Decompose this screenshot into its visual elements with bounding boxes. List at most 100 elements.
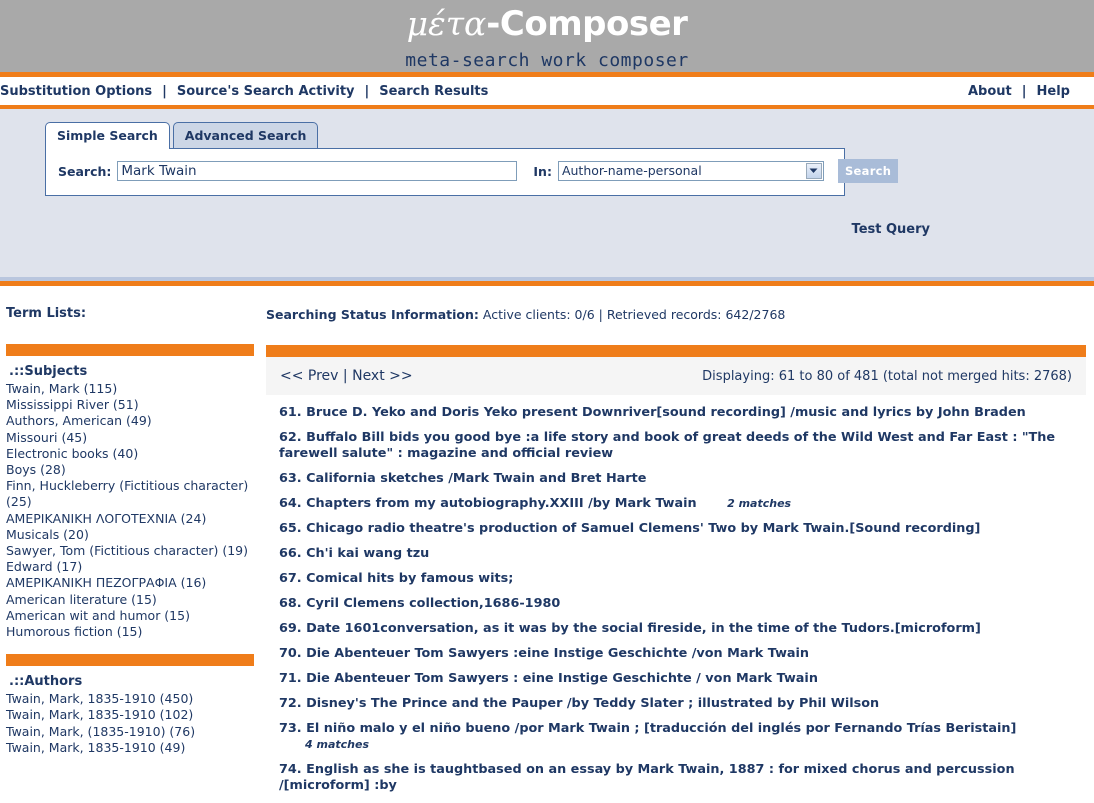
result-row: 61. Bruce D. Yeko and Doris Yeko present… [279,405,1082,430]
result-number: 61. [279,405,302,420]
logo-composer-text: -Composer [486,4,688,44]
status-detail: Active clients: 0/6 | Retrieved records:… [478,307,786,322]
result-title-link[interactable]: El niño malo y el niño bueno /por Mark T… [306,721,1016,736]
result-matches: 2 matches [727,497,792,510]
term-link[interactable]: Twain, Mark (115) [6,381,260,397]
results-orange-band [266,345,1086,357]
results-list: 61. Bruce D. Yeko and Doris Yeko present… [265,395,1086,803]
result-row: 63. California sketches /Mark Twain and … [279,471,1082,496]
result-row: 72. Disney's The Prince and the Pauper /… [279,696,1082,721]
term-link[interactable]: American literature (15) [6,592,260,608]
term-group-heading-subjects: .::Subjects [9,364,88,379]
term-link[interactable]: Finn, Huckleberry (Fictitious character)… [6,478,260,510]
searching-status-information: Searching Status Information: Active cli… [265,286,1086,327]
term-link[interactable]: Twain, Mark, 1835-1910 (450) [6,691,260,707]
result-number: 67. [279,571,302,586]
result-number: 62. [279,430,302,445]
nav-item-substitution-options[interactable]: Substitution Options [0,84,162,99]
term-lists-sidebar: Term Lists: .::Subjects Twain, Mark (115… [0,286,260,803]
displaying-count: Displaying: 61 to 80 of 481 (total not m… [702,368,1072,384]
result-title-link[interactable]: Comical hits by famous wits; [306,571,513,586]
results-column: Searching Status Information: Active cli… [260,286,1094,803]
term-link[interactable]: Edward (17) [6,559,260,575]
term-link[interactable]: Twain, Mark, 1835-1910 (102) [6,707,260,723]
index-select-wrapper: Author-name-personal [557,161,824,181]
result-number: 74. [279,762,302,777]
term-list-subjects: Twain, Mark (115) Mississippi River (51)… [6,381,260,642]
result-title-link[interactable]: Buffalo Bill bids you good bye :a life s… [279,430,1055,461]
tab-simple-search[interactable]: Simple Search [45,122,170,149]
logo-title: μέτα-Composer [0,4,1094,52]
result-row: 62. Buffalo Bill bids you good bye :a li… [279,430,1082,471]
result-title-link[interactable]: English as she is taughtbased on an essa… [279,762,1015,793]
term-group-heading-authors: .::Authors [9,674,83,690]
result-title-link[interactable]: Cyril Clemens collection,1686-1980 [306,596,560,611]
result-row: 66. Ch'i kai wang tzu [279,546,1082,571]
search-input[interactable] [117,161,518,181]
result-title-link[interactable]: Chapters from my autobiography.XXIII /by… [306,496,697,511]
search-button[interactable]: Search [837,159,899,183]
term-link[interactable]: Sawyer, Tom (Fictitious character) (19) [6,543,260,559]
term-link[interactable]: American wit and humor (15) [6,608,260,624]
result-title-link[interactable]: California sketches /Mark Twain and Bret… [306,471,646,486]
term-group-subjects: .::Subjects Twain, Mark (115) Mississipp… [6,356,260,642]
sidebar-orange-band [6,344,254,356]
term-link[interactable]: ΑΜΕΡΙΚΑΝΙΚΗ ΛΟΓΟΤΕΧΝΙΑ (24) [6,511,260,527]
term-link[interactable]: Musicals (20) [6,527,260,543]
result-title-link[interactable]: Die Abenteuer Tom Sawyers : eine Instige… [306,671,818,686]
result-title-link[interactable]: Disney's The Prince and the Pauper /by T… [306,696,879,711]
result-title-link[interactable]: Bruce D. Yeko and Doris Yeko present Dow… [306,405,1026,420]
pagination-separator: | [342,368,348,384]
search-label: Search: [58,163,112,179]
term-link[interactable]: Missouri (45) [6,430,260,446]
result-matches: 4 matches [305,738,369,751]
result-number: 63. [279,471,302,486]
main-navigation: Substitution Options | Source's Search A… [0,77,1094,105]
result-title-link[interactable]: Die Abenteuer Tom Sawyers :eine Instige … [306,646,809,661]
nav-item-search-results[interactable]: Search Results [369,84,498,99]
pagination-controls: << Prev | Next >> [280,368,413,384]
site-logo: μέτα-Composer meta-search work composer [0,0,1094,71]
tab-advanced-search[interactable]: Advanced Search [172,122,319,148]
term-lists-title: Term Lists: [6,306,87,321]
result-row: 71. Die Abenteuer Tom Sawyers : eine Ins… [279,671,1082,696]
masthead: μέτα-Composer meta-search work composer [0,0,1094,72]
term-link[interactable]: Humorous fiction (15) [6,624,260,640]
pagination-bar: << Prev | Next >> Displaying: 61 to 80 o… [266,357,1086,395]
result-row: 73. El niño malo y el niño bueno /por Ma… [279,721,1082,762]
result-number: 65. [279,521,302,536]
prev-page-link[interactable]: << Prev [280,368,338,384]
result-title-link[interactable]: Date 1601conversation, as it was by the … [306,621,981,636]
term-link[interactable]: Boys (28) [6,462,260,478]
nav-item-about[interactable]: About [968,84,1022,99]
result-number: 68. [279,596,302,611]
result-number: 64. [279,496,302,511]
result-row: 70. Die Abenteuer Tom Sawyers :eine Inst… [279,646,1082,671]
result-number: 69. [279,621,302,636]
result-row: 74. English as she is taughtbased on an … [279,762,1082,803]
term-link[interactable]: Twain, Mark, (1835-1910) (76) [6,724,260,740]
status-label: Searching Status Information: [266,307,479,322]
result-row: 64. Chapters from my autobiography.XXIII… [279,496,1082,521]
term-link[interactable]: Twain, Mark, 1835-1910 (49) [6,740,260,756]
index-select[interactable]: Author-name-personal [557,161,824,181]
test-query-link[interactable]: Test Query [852,222,930,237]
nav-right-group: About | Help [968,84,1080,99]
result-title-link[interactable]: Ch'i kai wang tzu [306,546,429,561]
result-row: 65. Chicago radio theatre's production o… [279,521,1082,546]
next-page-link[interactable]: Next >> [352,368,413,384]
result-number: 66. [279,546,302,561]
logo-greek-text: μέτα [406,4,487,43]
result-row: 68. Cyril Clemens collection,1686-1980 [279,596,1082,621]
result-row: 69. Date 1601conversation, as it was by … [279,621,1082,646]
term-link[interactable]: ΑΜΕΡΙΚΑΝΙΚΗ ΠΕΖΟΓΡΑΦΙΑ (16) [6,575,260,591]
result-title-link[interactable]: Chicago radio theatre's production of Sa… [306,521,980,536]
nav-left-group: Substitution Options | Source's Search A… [0,84,498,99]
result-row: 67. Comical hits by famous wits; [279,571,1082,596]
nav-item-help[interactable]: Help [1027,84,1080,99]
term-link[interactable]: Authors, American (49) [6,413,260,429]
nav-item-sources-search-activity[interactable]: Source's Search Activity [167,84,365,99]
term-link[interactable]: Mississippi River (51) [6,397,260,413]
term-link[interactable]: Electronic books (40) [6,446,260,462]
search-panel: Simple Search Advanced Search Search: In… [0,109,1094,281]
